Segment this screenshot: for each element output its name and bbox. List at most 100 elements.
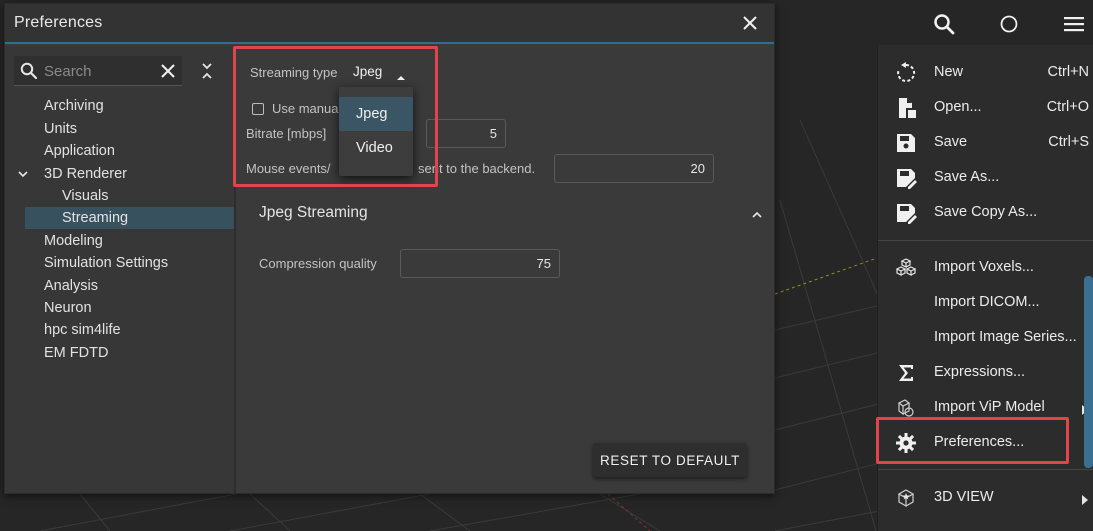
chevron-up-icon[interactable] [751,206,763,224]
menu-item-preferences[interactable]: Preferences... [878,425,1093,460]
streaming-type-select[interactable]: Jpeg [351,61,413,83]
save-icon [895,132,917,154]
search-box [14,56,182,86]
menu-item-import-voxels[interactable]: Import Voxels... [878,250,1093,285]
tree-item-label: EM FDTD [44,345,109,361]
menu-item-label: Import ViP Model [934,399,1045,415]
menu-separator [878,240,1093,241]
tree-item-hpc-sim4life[interactable]: hpc sim4life [5,319,234,341]
save-as-icon [895,167,917,189]
menu-item-save-as[interactable]: Save As... [878,160,1093,195]
streaming-type-label: Streaming type [250,65,338,80]
reset-to-default-button[interactable]: RESET TO DEFAULT [593,443,747,477]
menu-item-label: Save Copy As... [934,204,1038,220]
menu-item-label: New [934,64,964,80]
tree-item-label: 3D Renderer [44,166,128,182]
tree-item-label: Neuron [44,300,92,316]
streaming-type-value: Jpeg [353,64,383,79]
tree-item-label: Analysis [44,278,98,294]
menu-item-open[interactable]: Open... Ctrl+O [878,90,1093,125]
tree-item-label: hpc sim4life [44,322,121,338]
section-title: Jpeg Streaming [259,204,368,221]
search-input[interactable] [44,60,149,82]
menu-item-expressions[interactable]: Expressions... [878,355,1093,390]
tree-item-label: Visuals [62,188,109,204]
menu-item-label: Preferences... [934,434,1025,450]
menu-item-label: Import Voxels... [934,259,1034,275]
menu-item-label: Import Image Series... [934,329,1077,345]
menu-item-label: Expressions... [934,364,1026,380]
tree-item-simulation-settings[interactable]: Simulation Settings [5,252,234,274]
menu-item-save-copy-as[interactable]: Save Copy As... [878,195,1093,230]
dropdown-option-jpeg[interactable]: Jpeg [339,97,413,131]
tree-item-em-fdtd[interactable]: EM FDTD [5,342,234,364]
tree-item-label: Simulation Settings [44,255,169,271]
menu-item-3d-view[interactable]: 3D VIEW [878,480,1093,515]
shortcut-label: Ctrl+N [1047,64,1090,80]
use-manual-label: Use manual [272,101,342,116]
jpeg-streaming-section-header[interactable]: Jpeg Streaming [238,196,774,232]
tree-item-streaming[interactable]: Streaming [25,207,234,229]
search-icon[interactable] [928,8,960,40]
option-label: Jpeg [356,106,388,122]
menu-item-label: Save As... [934,169,1000,185]
tree-item-3d-renderer[interactable]: 3D Renderer [5,163,234,185]
close-icon[interactable] [740,13,760,33]
tree-item-label: Streaming [62,210,129,226]
preferences-dialog: Preferences Archiving Units Application … [4,3,775,494]
tree-item-label: Archiving [44,98,104,114]
mouse-events-label: Mouse events/ [246,161,331,176]
checkbox-box[interactable] [252,103,264,115]
bitrate-input[interactable]: 5 [426,119,506,148]
tree-item-neuron[interactable]: Neuron [5,297,234,319]
save-copy-icon [895,202,917,224]
circle-icon[interactable] [993,8,1025,40]
shortcut-label: Ctrl+O [1046,99,1089,115]
menu-item-import-vip-model[interactable]: Import ViP Model [878,390,1093,425]
tree-item-analysis[interactable]: Analysis [5,275,234,297]
menu-item-label: 3D VIEW [934,489,994,505]
streaming-type-dropdown: Jpeg Video [339,87,413,176]
caret-up-icon [396,69,406,84]
preferences-content: Streaming type Jpeg Use manual Bitrate [… [238,46,774,493]
preferences-tree-panel: Archiving Units Application 3D Renderer … [5,46,236,493]
3d-view-icon [895,487,917,509]
vip-model-icon [895,397,917,419]
collapse-all-icon[interactable] [201,62,213,85]
tree-item-label: Application [44,143,115,159]
menu-item-import-dicom[interactable]: Import DICOM... [878,285,1093,320]
tree-item-label: Modeling [44,233,103,249]
tree-item-modeling[interactable]: Modeling [5,230,234,252]
bitrate-label: Bitrate [mbps] [246,126,327,141]
chevron-right-icon [1082,492,1088,510]
tree-item-archiving[interactable]: Archiving [5,95,234,117]
open-file-icon [895,97,917,119]
menu-item-save[interactable]: Save Ctrl+S [878,125,1093,160]
mouse-events-input[interactable]: 20 [554,154,714,183]
menu-item-label: Import DICOM... [934,294,1040,310]
hamburger-menu-icon[interactable] [1058,8,1090,40]
tree-item-units[interactable]: Units [5,118,234,140]
voxels-icon [895,257,917,279]
menu-scrollbar[interactable] [1084,276,1093,468]
shortcut-label: Ctrl+S [1048,134,1089,150]
tree-item-application[interactable]: Application [5,140,234,162]
mouse-events-label-suffix: sent to the backend. [418,161,536,176]
menu-separator [878,469,1093,470]
gear-icon [895,432,917,454]
clear-search-icon[interactable] [160,63,176,84]
tree-item-visuals[interactable]: Visuals [5,185,234,207]
compression-quality-label: Compression quality [259,256,377,271]
dropdown-option-video[interactable]: Video [339,131,413,165]
tree-item-label: Units [44,121,78,137]
dialog-title: Preferences [14,14,103,31]
option-label: Video [356,140,393,156]
main-menu: New Ctrl+N Open... Ctrl+O Save Ctrl+S Sa… [877,45,1093,531]
sigma-icon [895,362,917,384]
dialog-header: Preferences [5,4,774,44]
new-icon [895,62,917,84]
menu-item-import-image-series[interactable]: Import Image Series... [878,320,1093,355]
menu-item-new[interactable]: New Ctrl+N [878,55,1093,90]
compression-quality-input[interactable]: 75 [400,249,560,278]
menu-item-label: Save [934,134,968,150]
